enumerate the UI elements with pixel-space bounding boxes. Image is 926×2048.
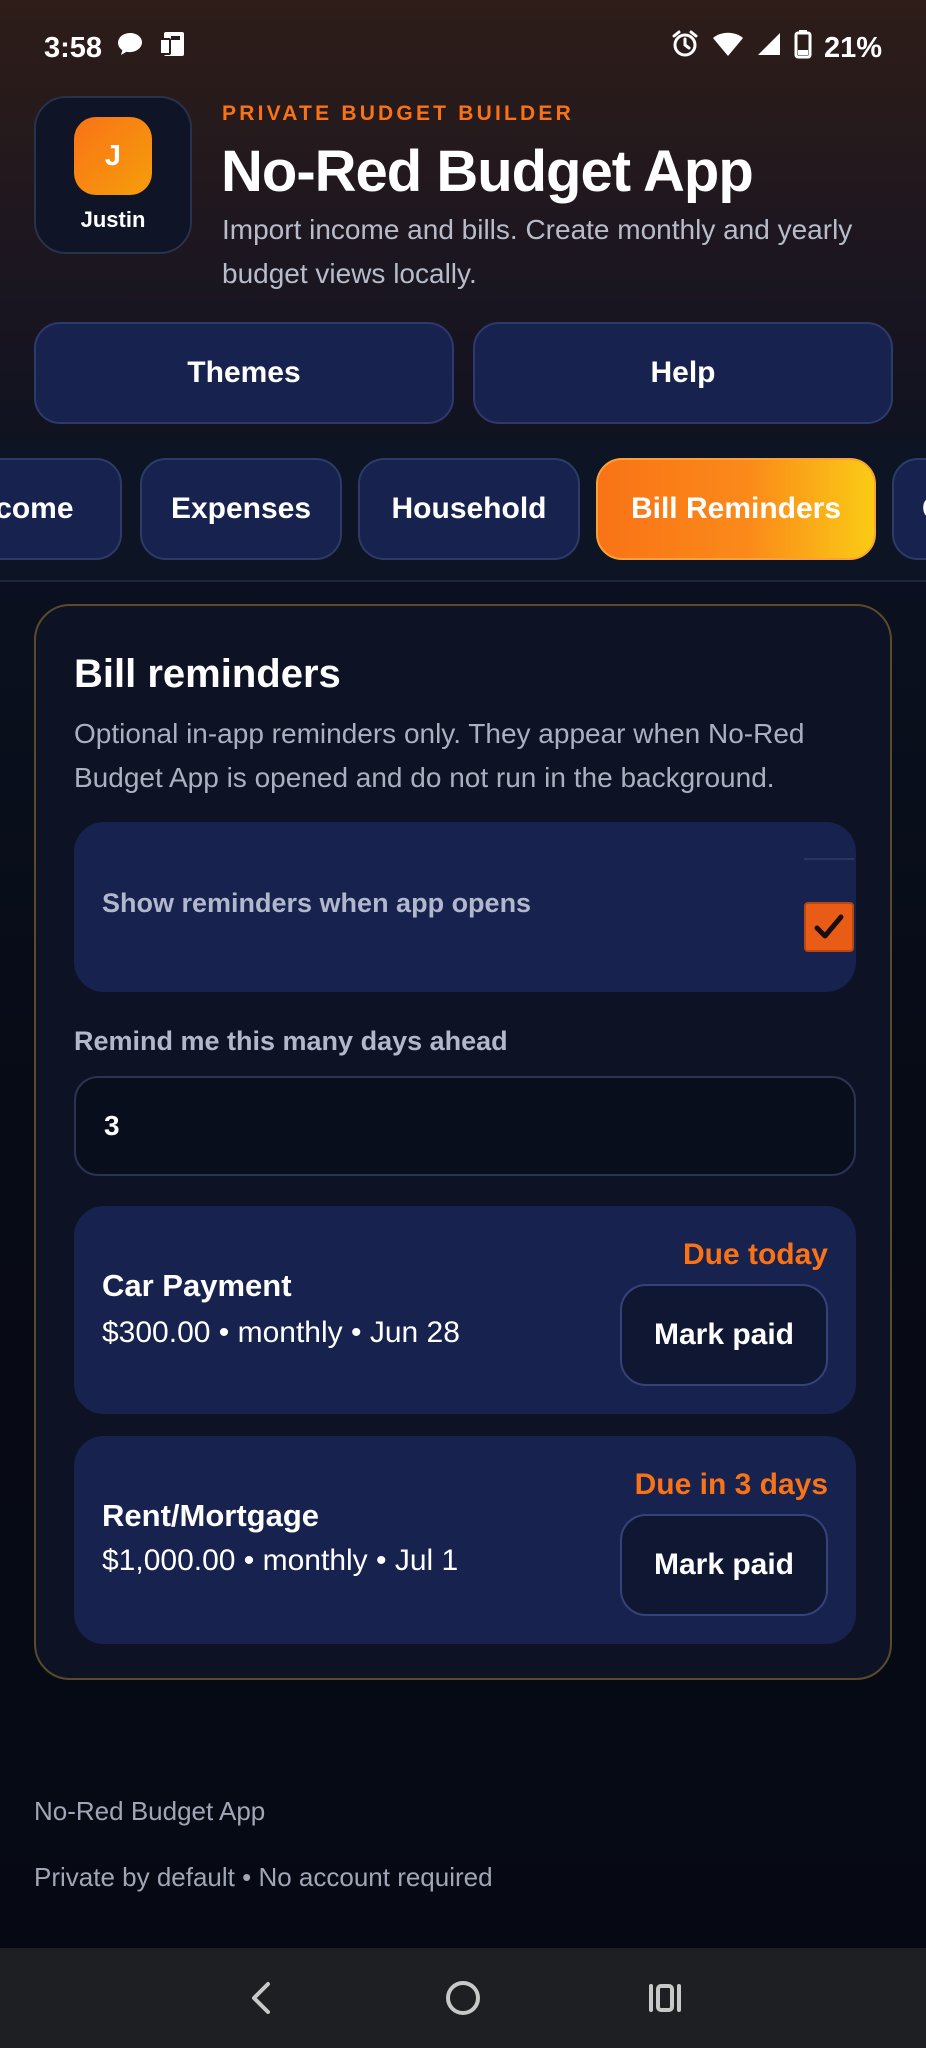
avatar: J xyxy=(74,117,152,195)
home-circle-icon xyxy=(446,1981,480,2015)
tab-bar: Income Expenses Household Bill Reminders… xyxy=(0,440,926,582)
wifi-icon xyxy=(712,30,744,66)
bill-item: Due today Car Payment $300.00 • monthly … xyxy=(74,1206,856,1414)
section-description: Optional in-app reminders only. They app… xyxy=(74,718,805,793)
bill-name: Rent/Mortgage xyxy=(102,1498,319,1533)
bill-details: $1,000.00 • monthly • Jul 1 xyxy=(102,1544,459,1577)
signal-icon xyxy=(756,31,782,65)
due-status: Due today xyxy=(682,1238,828,1271)
due-status: Due in 3 days xyxy=(634,1468,828,1501)
chat-bubble-icon xyxy=(116,30,144,66)
bill-item: Due in 3 days Rent/Mortgage $1,000.00 • … xyxy=(74,1436,856,1644)
bill-reminders-card: Bill reminders Optional in-app reminders… xyxy=(34,604,892,1680)
days-ahead-label: Remind me this many days ahead xyxy=(74,1026,508,1056)
page-title: No-Red Budget App xyxy=(221,139,754,204)
show-reminders-checkbox[interactable] xyxy=(804,902,854,952)
show-reminders-toggle-row[interactable]: Show reminders when app opens xyxy=(74,822,856,992)
bill-name: Car Payment xyxy=(102,1268,292,1303)
battery-percent: 21% xyxy=(823,31,882,64)
bill-details: $300.00 • monthly • Jun 28 xyxy=(102,1316,460,1349)
alarm-icon xyxy=(670,29,700,67)
themes-button[interactable]: Themes xyxy=(34,322,454,424)
tab-next[interactable]: G xyxy=(892,458,926,560)
tab-household[interactable]: Household xyxy=(358,458,580,560)
system-nav-bar xyxy=(0,1948,926,2048)
status-bar: 3:58 21% xyxy=(0,0,926,96)
mark-paid-button[interactable]: Mark paid xyxy=(620,1514,828,1616)
recents-button[interactable] xyxy=(625,1958,705,2038)
tab-expenses[interactable]: Expenses xyxy=(140,458,342,560)
home-button[interactable] xyxy=(423,1958,503,2038)
app-description: Import income and bills. Create monthly … xyxy=(222,214,853,289)
help-button[interactable]: Help xyxy=(473,322,893,424)
show-reminders-label: Show reminders when app opens xyxy=(102,888,532,918)
app-kicker: PRIVATE BUDGET BUILDER xyxy=(222,102,574,125)
tab-bill-reminders[interactable]: Bill Reminders xyxy=(596,458,876,560)
clock: 3:58 xyxy=(44,31,103,64)
mark-paid-button[interactable]: Mark paid xyxy=(620,1284,828,1386)
checkmark-icon xyxy=(814,914,844,939)
section-title: Bill reminders xyxy=(74,652,341,696)
tab-income[interactable]: Income xyxy=(0,458,122,560)
divider xyxy=(804,858,854,860)
device-icon xyxy=(158,29,188,67)
days-ahead-input[interactable] xyxy=(74,1076,856,1176)
battery-icon xyxy=(794,29,812,67)
back-button[interactable] xyxy=(221,1958,301,2038)
profile-tile[interactable]: J Justin xyxy=(34,96,192,254)
footer-tagline: Private by default • No account required xyxy=(34,1862,493,1892)
recents-icon xyxy=(649,1984,681,2012)
footer-app-name: No-Red Budget App xyxy=(34,1796,266,1826)
back-chevron-icon xyxy=(252,1982,270,2014)
avatar-name: Justin xyxy=(80,207,146,232)
